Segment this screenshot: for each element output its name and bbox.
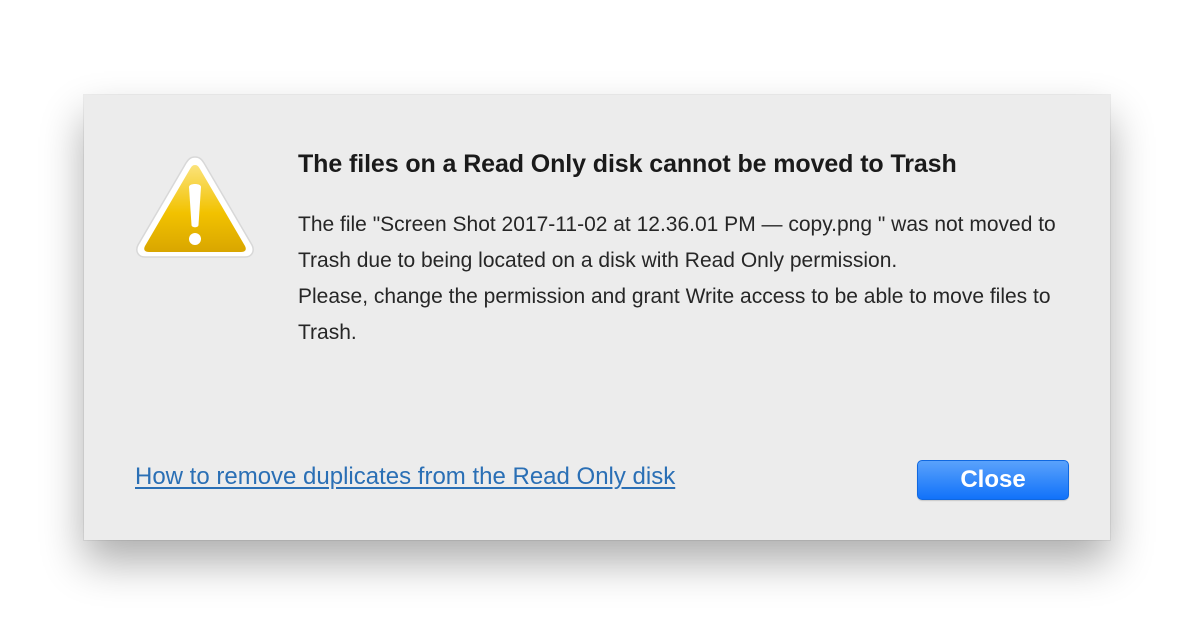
dialog-message: The file "Screen Shot 2017-11-02 at 12.3… [298, 207, 1058, 351]
message-paragraph: Please, change the permission and grant … [298, 285, 1051, 344]
dialog-title: The files on a Read Only disk cannot be … [298, 150, 957, 178]
close-button-label: Close [960, 466, 1026, 493]
message-paragraph: The file "Screen Shot 2017-11-02 at 12.3… [298, 213, 1056, 272]
alert-dialog: The files on a Read Only disk cannot be … [84, 95, 1110, 540]
help-link[interactable]: How to remove duplicates from the Read O… [135, 463, 675, 491]
warning-icon [134, 153, 256, 263]
close-button[interactable]: Close [917, 460, 1069, 500]
